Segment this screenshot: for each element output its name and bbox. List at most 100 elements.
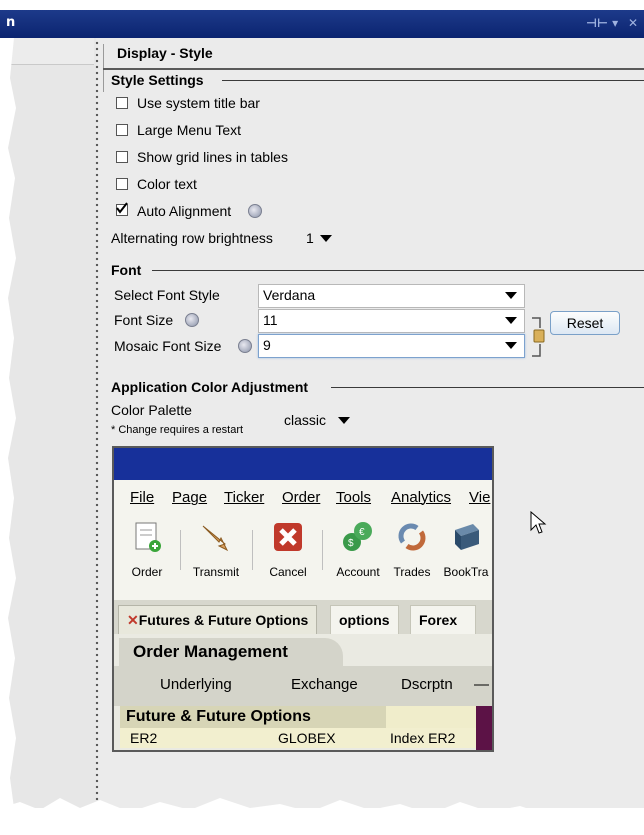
- preview-column-header: Underlying: [160, 676, 232, 693]
- font-style-select[interactable]: Verdana: [258, 284, 525, 308]
- checkmark-icon: [116, 202, 128, 214]
- torn-edge-left: [0, 38, 16, 808]
- chevron-down-icon: [338, 417, 350, 424]
- svg-text:$: $: [348, 538, 354, 549]
- chevron-down-icon: [505, 342, 517, 349]
- preview-menu-item: Page: [172, 489, 208, 506]
- palette-preview: File Page Ticker Order Tools Analytics V…: [112, 446, 494, 752]
- pin-icon[interactable]: ⊣⊢ ▾: [586, 16, 618, 30]
- preview-menu-item: Ticker: [224, 489, 265, 506]
- preview-tool-label: BookTra: [443, 565, 489, 579]
- alternating-row-value: 1: [306, 230, 314, 246]
- preview-menu-item: Order: [282, 489, 321, 506]
- reset-button[interactable]: Reset: [550, 311, 620, 335]
- preview-tab: Forex: [410, 605, 476, 635]
- preview-toolbar: Order Transmit Cancel $ € Account Trades …: [114, 510, 492, 600]
- toolbar-separator: [252, 530, 253, 570]
- preview-group-row-fill: [386, 706, 476, 728]
- preview-cell-exchange: GLOBEX: [278, 730, 336, 746]
- font-size-select[interactable]: 11: [258, 309, 525, 333]
- close-icon[interactable]: ✕: [628, 16, 638, 30]
- section-divider: [222, 80, 644, 81]
- checkbox-label: Auto Alignment: [137, 203, 232, 219]
- mosaic-font-size-value: 9: [263, 337, 271, 353]
- font-style-label: Select Font Style: [114, 287, 220, 303]
- preview-section-bar: Order Management: [114, 634, 492, 666]
- section-divider: [331, 387, 644, 388]
- chevron-down-icon: [505, 317, 517, 324]
- transmit-icon: [202, 525, 229, 552]
- preview-column-header: Exchange: [291, 676, 358, 693]
- preview-tool-cancel: Cancel: [258, 520, 318, 579]
- mosaic-font-size-select[interactable]: 9: [258, 334, 525, 358]
- order-icon: [135, 522, 161, 552]
- preview-tool-booktrader: BookTra: [436, 520, 492, 579]
- preview-tool-order: Order: [117, 520, 177, 579]
- font-style-value: Verdana: [263, 287, 316, 303]
- preview-column-headers: Underlying Exchange Dscrptn —: [114, 666, 492, 706]
- large-menu-text-checkbox[interactable]: [116, 124, 128, 136]
- toolbar-separator: [180, 530, 181, 570]
- alternating-row-select[interactable]: 1: [306, 230, 332, 246]
- chevron-down-icon: [320, 235, 332, 242]
- account-icon: $€: [343, 522, 372, 551]
- preview-group-label: Future & Future Options: [126, 708, 311, 725]
- preview-tool-label: Transmit: [192, 565, 240, 579]
- mouse-cursor-icon: [530, 511, 547, 534]
- book-icon: [455, 524, 479, 550]
- preview-cell-underlying: ER2: [130, 730, 158, 746]
- trades-icon: [398, 523, 426, 551]
- preview-tool-account: $ € Account: [328, 520, 388, 579]
- checkbox-label: Show grid lines in tables: [137, 149, 288, 165]
- preview-tool-trades: Trades: [382, 520, 442, 579]
- section-title-font: Font: [111, 262, 142, 278]
- page-title: Display - Style: [117, 45, 213, 61]
- restart-note: * Change requires a restart: [111, 424, 244, 436]
- font-size-label: Font Size: [114, 312, 174, 328]
- preview-accent-strip: [476, 706, 492, 750]
- preview-title-bar: [114, 448, 492, 480]
- help-icon[interactable]: [248, 204, 262, 218]
- lock-icon[interactable]: [528, 314, 550, 360]
- preview-tool-label: Cancel: [269, 565, 307, 579]
- preview-tool-transmit: Transmit: [186, 520, 246, 579]
- checkbox-label: Use system title bar: [137, 95, 260, 111]
- svg-text:€: €: [359, 527, 365, 538]
- preview-section-title: Order Management: [119, 638, 343, 666]
- color-text-checkbox[interactable]: [116, 178, 128, 190]
- preview-menu-item: Analytics: [391, 489, 452, 506]
- torn-edge-bottom: [0, 798, 644, 835]
- splitter-handle[interactable]: [94, 40, 100, 810]
- preview-tab-bar: ✕Futures & Future Options options Forex: [114, 600, 492, 635]
- color-palette-select[interactable]: classic: [284, 412, 350, 428]
- preview-menu-item: Vie: [469, 489, 491, 506]
- preview-menu-item: Tools: [336, 489, 372, 506]
- preview-tab: options: [330, 605, 399, 635]
- preview-column-header: —: [474, 676, 489, 693]
- cancel-icon: [274, 523, 302, 551]
- preview-tab-active: ✕Futures & Future Options: [118, 605, 318, 634]
- alternating-row-label: Alternating row brightness: [111, 230, 273, 246]
- preview-tool-label: Account: [336, 565, 380, 579]
- preview-tab-label: Futures & Future Options: [138, 612, 309, 628]
- mosaic-font-size-label: Mosaic Font Size: [114, 338, 222, 354]
- help-icon[interactable]: [185, 313, 199, 327]
- show-grid-lines-checkbox[interactable]: [116, 151, 128, 163]
- color-palette-value: classic: [284, 412, 327, 428]
- toolbar-separator: [322, 530, 323, 570]
- help-icon[interactable]: [238, 339, 252, 353]
- use-system-title-bar-checkbox[interactable]: [116, 97, 128, 109]
- color-palette-label: Color Palette: [111, 402, 192, 418]
- section-divider: [152, 270, 644, 271]
- section-title-color: Application Color Adjustment: [111, 379, 309, 395]
- preview-cell-description: Index ER2: [390, 730, 456, 746]
- table-row: ER2 GLOBEX Index ER2: [120, 728, 476, 748]
- preview-tool-label: Order: [131, 565, 163, 579]
- window-title-bar: n ⊣⊢ ▾ ✕: [0, 10, 644, 38]
- auto-alignment-checkbox[interactable]: [116, 202, 128, 216]
- chevron-down-icon: [505, 292, 517, 299]
- checkbox-label: Color text: [137, 176, 197, 192]
- preview-tool-label: Trades: [393, 565, 431, 579]
- preview-menu-item: File: [130, 489, 155, 506]
- preview-menu-bar: File Page Ticker Order Tools Analytics V…: [114, 480, 492, 510]
